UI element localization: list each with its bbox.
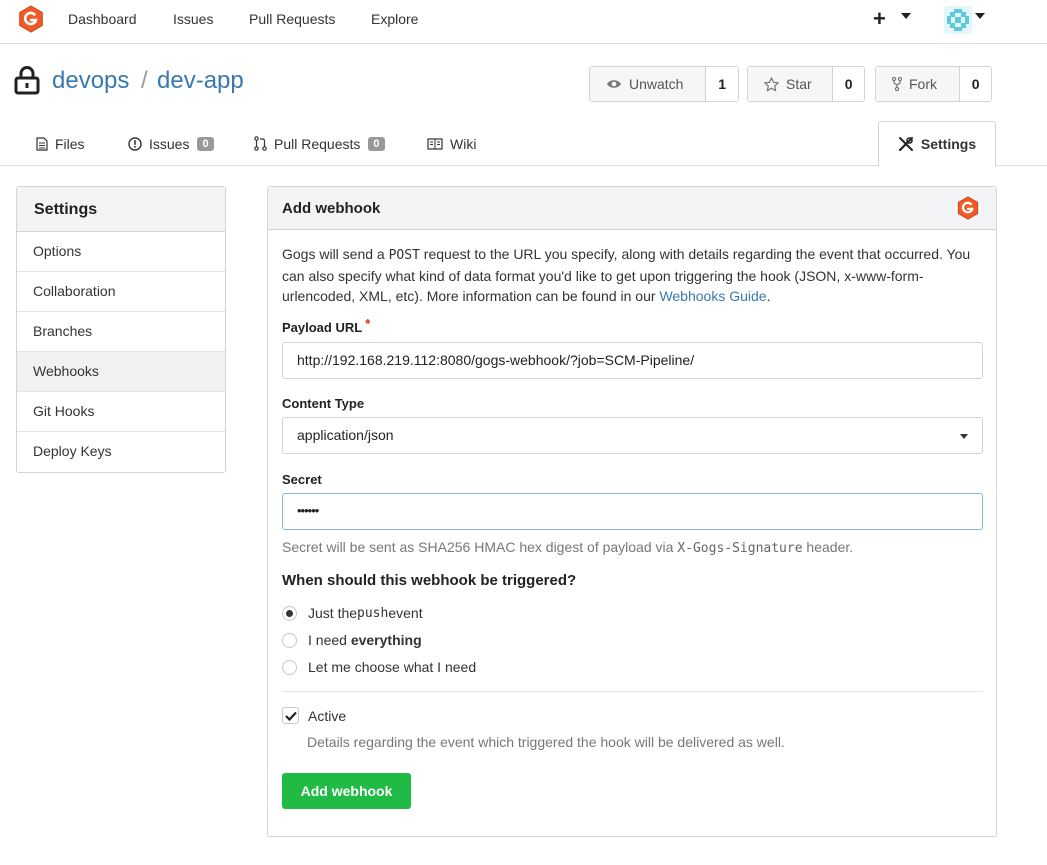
content-type-value: application/json [297,427,394,443]
gogs-logo-icon [957,196,979,220]
intro-text-3: . [766,288,771,304]
issues-count-badge: 0 [197,136,214,151]
active-checkbox-row[interactable]: Active [282,707,346,724]
file-icon [36,136,48,151]
sidebar-title: Settings [17,187,225,232]
issue-opened-icon [128,136,142,151]
nav-pull-requests[interactable]: Pull Requests [249,11,335,27]
add-webhook-panel: Add webhook Gogs will send a POST reques… [267,186,997,837]
tab-pull-requests[interactable]: Pull Requests 0 [254,121,385,166]
secret-help-code: X-Gogs-Signature [677,541,803,556]
pull-request-icon [254,136,267,151]
tab-pull-requests-label: Pull Requests [274,135,361,152]
tab-files-label: Files [55,135,85,152]
divider [282,691,983,692]
sidebar-item-git-hooks[interactable]: Git Hooks [17,392,225,432]
secret-help-1: Secret will be sent as SHA256 HMAC hex d… [282,539,678,555]
private-lock-icon [14,66,40,95]
user-avatar[interactable] [944,6,972,34]
gogs-logo-icon[interactable] [17,5,45,33]
push-label-code: push [357,605,389,621]
active-help-text: Details regarding the event which trigge… [307,734,785,750]
fork-count[interactable]: 0 [959,67,991,101]
payload-url-label: Payload URL * [282,316,370,335]
fork-label: Fork [909,76,937,92]
secret-help-text: Secret will be sent as SHA256 HMAC hex d… [282,539,853,556]
nav-dashboard[interactable]: Dashboard [68,11,137,27]
everything-radio[interactable] [282,632,297,648]
book-icon [427,137,443,150]
star-label: Star [786,76,812,92]
content-type-select[interactable]: application/json [282,417,983,454]
everything-label-bold: everything [350,632,422,648]
choose-radio[interactable] [282,659,297,675]
push-label-2: event [388,605,423,621]
tab-settings[interactable]: Settings [878,121,996,167]
repo-path-separator: / [141,67,148,94]
star-button-group: Star 0 [747,66,865,102]
create-dropdown-caret-icon[interactable] [901,13,911,19]
active-checkbox[interactable] [282,707,299,724]
dropdown-arrow-icon [960,434,968,439]
sidebar-item-collaboration[interactable]: Collaboration [17,272,225,312]
panel-title: Add webhook [282,200,381,217]
repo-header: devops / dev-app Unwatch 1 Star 0 Fork 0… [0,45,1047,167]
tab-settings-label: Settings [920,136,977,152]
star-icon [764,76,779,91]
push-radio[interactable] [282,605,297,621]
repo-name-link[interactable]: dev-app [157,67,244,95]
unwatch-button[interactable]: Unwatch [590,67,706,101]
trigger-option-choose[interactable]: Let me choose what I need [282,658,476,676]
settings-sidebar: Settings Options Collaboration Branches … [16,186,226,473]
trigger-option-push[interactable]: Just the push event [282,604,423,622]
tab-issues[interactable]: Issues 0 [128,121,214,166]
secret-label: Secret [282,472,322,487]
tab-wiki-label: Wiki [450,135,477,152]
payload-url-label-text: Payload URL [282,320,363,335]
choose-label: Let me choose what I need [308,659,477,675]
unwatch-label: Unwatch [629,76,684,92]
payload-url-input[interactable]: http://192.168.219.112:8080/gogs-webhook… [282,342,983,379]
checkmark-icon [284,711,297,721]
required-asterisk: * [365,316,371,331]
webhooks-guide-link[interactable]: Webhooks Guide [659,288,766,304]
nav-explore[interactable]: Explore [371,11,418,27]
secret-help-2: header. [802,539,854,555]
intro-post-code: POST [388,248,420,263]
user-menu-caret-icon[interactable] [975,13,985,19]
panel-header: Add webhook [268,187,996,230]
add-webhook-button[interactable]: Add webhook [282,773,411,809]
everything-label-1: I need [308,632,347,648]
create-new-plus-icon[interactable]: + [873,6,886,32]
top-navbar: Dashboard Issues Pull Requests Explore + [0,0,1047,44]
sidebar-item-options[interactable]: Options [17,232,225,272]
trigger-option-everything[interactable]: I need everything [282,631,422,649]
content-type-label: Content Type [282,396,365,411]
pull-requests-count-badge: 0 [368,136,385,151]
push-label-1: Just the [308,605,358,621]
eye-icon [607,80,621,88]
sidebar-item-deploy-keys[interactable]: Deploy Keys [17,432,225,472]
watch-count[interactable]: 1 [705,67,738,101]
fork-icon [892,77,902,91]
tab-issues-label: Issues [149,135,190,152]
trigger-question: When should this webhook be triggered? [282,572,577,589]
sidebar-item-branches[interactable]: Branches [17,312,225,352]
tab-wiki[interactable]: Wiki [427,121,476,166]
fork-button[interactable]: Fork [876,67,960,101]
webhook-intro-text: Gogs will send a POST request to the URL… [282,244,987,306]
intro-text-1: Gogs will send a [282,246,389,262]
watch-button-group: Unwatch 1 [589,66,739,102]
nav-issues[interactable]: Issues [173,11,213,27]
repo-tabs: Files Issues 0 Pull Requests 0 Wiki Sett… [0,121,1047,167]
tools-icon [898,137,913,152]
sidebar-item-webhooks[interactable]: Webhooks [17,352,225,392]
tab-files[interactable]: Files [36,121,85,166]
fork-button-group: Fork 0 [875,66,992,102]
star-count[interactable]: 0 [832,67,864,101]
secret-input[interactable]: •••••• [282,493,983,530]
repo-owner-link[interactable]: devops [52,67,129,95]
active-label: Active [308,707,347,724]
star-button[interactable]: Star [748,67,833,101]
